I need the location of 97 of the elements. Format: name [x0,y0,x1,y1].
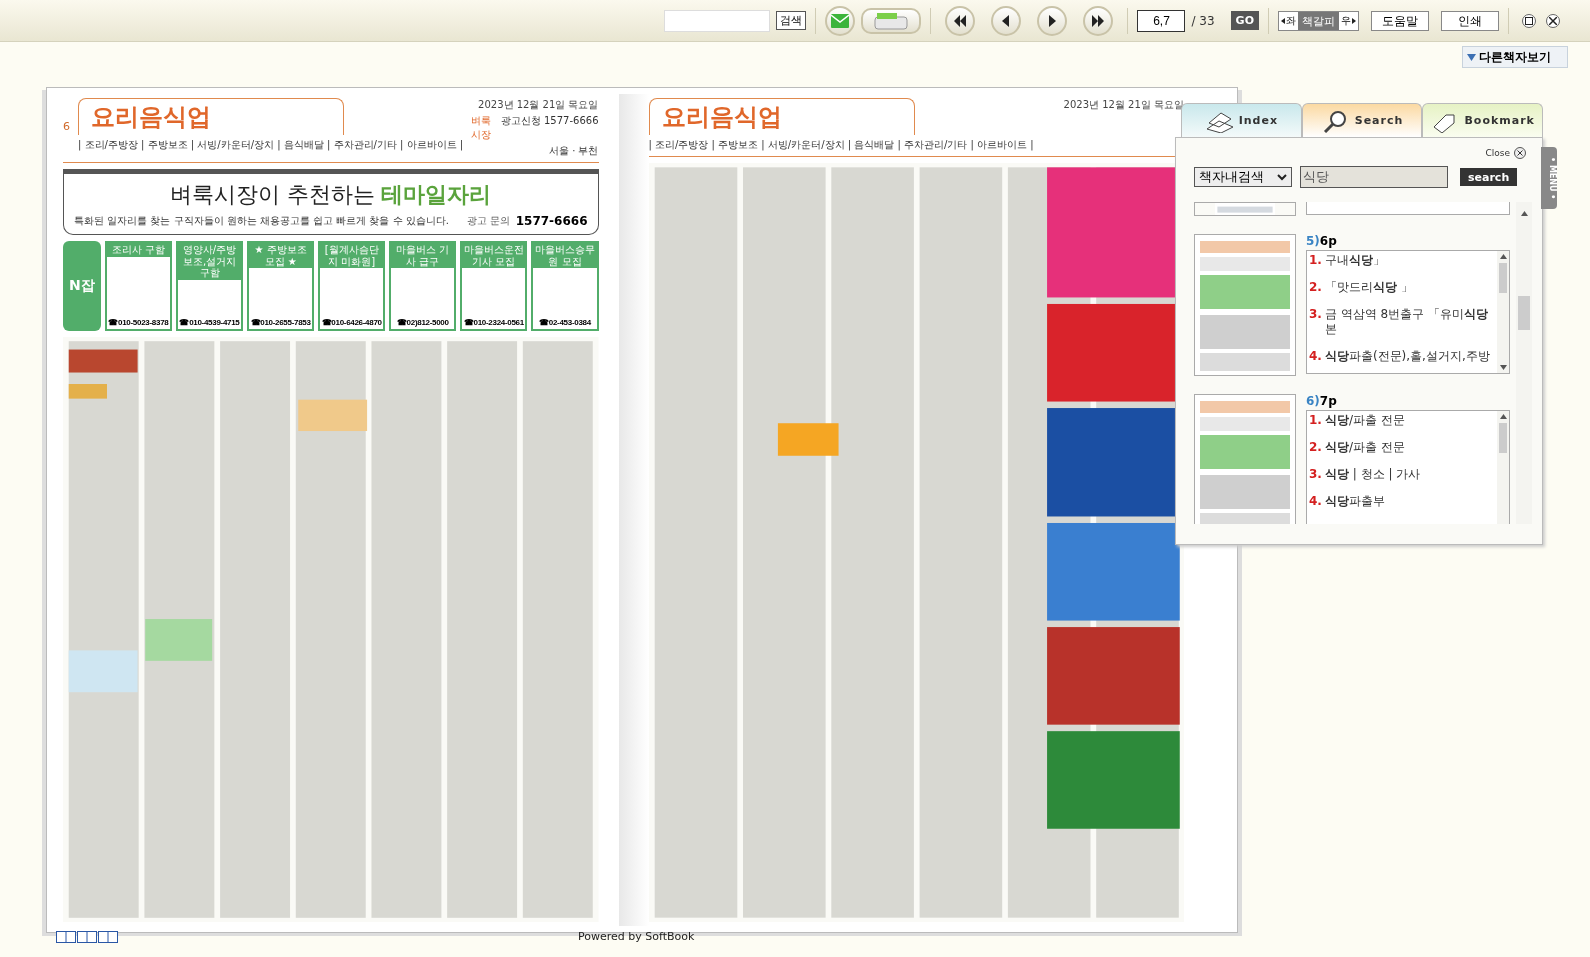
search-field[interactable]: 식당 [1300,166,1448,188]
result-number: 1. [1309,253,1322,268]
contact-label: 광고 문의 [466,214,510,228]
result-page: 6p [1319,234,1337,248]
result-number: 4. [1309,494,1322,509]
banner-highlight: 테마일자리 [381,181,492,209]
category-list: | 조리/주방장 | 주방보조 | 서빙/카운터/장치 | 음식배달 | 주차관리/기타 | 아르바이트 | [78,138,464,152]
scrollbar[interactable] [1497,251,1509,373]
page-number: 6 [63,120,70,133]
result-number: 3. [1309,307,1322,323]
view-mode-icon[interactable] [98,930,118,943]
ad-phone: 광고신청 1577-6666 [500,114,599,128]
ad-phone: ☎010-4539-4715 [178,318,241,329]
next-page-button[interactable] [1037,5,1068,36]
scroll-thumb[interactable] [1499,263,1507,293]
help-button[interactable]: 도움말 [1371,10,1429,31]
result-number: 1. [1309,413,1322,428]
ad-phone: ☎010-6426-4870 [320,318,383,329]
ad-title: 영양사/주방보조,설거지 구함 [177,243,242,280]
result-link[interactable]: 식당/파출 전문 [1324,440,1405,455]
result-link[interactable]: 「맛드리식당 」 [1324,280,1413,295]
caret-icon [1277,173,1287,181]
result-index: 6) [1306,394,1320,408]
email-button[interactable] [825,5,856,36]
scroll-thumb[interactable] [1518,296,1530,330]
view-mode-icon[interactable] [77,930,97,943]
previous-page-button[interactable] [991,5,1022,36]
result-link[interactable]: 식당파출(전문),홀,설거지,주방 [1324,349,1490,364]
ad-title: 마을버스승무원 모집 [533,243,597,268]
result-number: 4. [1309,349,1322,364]
left-arrow-icon [953,14,968,27]
search-button[interactable]: 검색 [776,11,807,30]
scrollbar[interactable] [1516,202,1532,524]
result-number: 2. [1309,440,1322,455]
ad-phone: ☎02-453-0384 [538,318,592,329]
section-title: 요리음식업 [648,98,915,135]
ad-phone: ☎010-2324-0561 [462,318,525,329]
result-link[interactable]: 구내식당」 [1324,253,1385,268]
page-total: / 33 [1191,13,1215,28]
ad-title: 마을버스운전기사 모집 [462,243,526,268]
result-link[interactable]: 식당파출부 [1324,494,1385,509]
page-input[interactable]: 6,7 [1137,9,1186,32]
right-arrow-icon [1091,14,1106,27]
result-link[interactable]: 식당/파출 전문 [1324,413,1405,428]
ad-phone: ☎010-5023-8378 [107,318,170,329]
result-link[interactable]: 식당 | 청소 | 가사 [1324,467,1421,482]
view-mode-icon[interactable] [56,930,76,943]
caret-icon [1467,54,1476,61]
print-button[interactable]: 인쇄 [1441,10,1499,31]
last-page-button[interactable] [1083,5,1114,36]
panel-tab[interactable]: Search [1301,103,1423,137]
first-page-button[interactable] [945,5,976,36]
ad-title: ★ 주방보조모집 ★ [249,243,313,268]
close-icon [1549,16,1557,25]
panel-tab[interactable]: Bookmark [1422,103,1543,137]
ad-phone: ☎02)812-5000 [395,318,450,329]
issue-date: 2023년 12월 21일 목요일 [1063,98,1184,112]
powered-by-label: Powered by SoftBook [578,930,695,943]
other-books-button[interactable]: 다른책자보기 [1462,46,1568,68]
right-arrow-icon [1352,17,1356,24]
scope-dropdown[interactable]: 책자내검색 [1194,167,1292,187]
search-field[interactable] [664,9,771,32]
left-arrow-icon [1281,17,1285,24]
ad-phone: ☎010-2655-7853 [249,318,312,329]
maximize-button[interactable] [1522,13,1536,28]
region-label: 서울 · 부천 [548,144,599,158]
scroll-up-icon[interactable] [1520,211,1528,216]
section-title: 요리음식업 [78,98,344,135]
search-button[interactable]: search [1460,168,1518,186]
category-list: | 조리/주방장 | 주방보조 | 서빙/카운터/장치 | 음식배달 | 주차관리/기타 | 아르바이트 | [648,138,1056,152]
scroll-up-icon[interactable] [1499,414,1507,419]
publisher-name: 벼룩시장 [471,114,493,142]
issue-date: 2023년 12월 21일 목요일 [478,98,599,112]
ad-title: [월계사슴단지 미화원] [320,243,384,268]
maximize-icon [1525,16,1533,25]
scroll-up-icon[interactable] [1499,254,1507,259]
banner-subtitle: 특화된 일자리를 찾는 구직자들이 원하는 채용공고를 쉽고 빠르게 찾을 수 있습니다. [74,214,450,228]
contact-phone: 1577-6666 [515,214,588,228]
close-button[interactable] [1546,13,1560,28]
njob-label: N잡 [69,277,95,295]
banner-title: 벼룩시장이 추천하는 [170,181,376,209]
scroll-down-icon[interactable] [1499,365,1507,370]
result-index: 5) [1306,234,1320,248]
bookmark-label: 책갈피 [1298,11,1339,30]
result-link[interactable]: 금 역삼역 8번출구 「유미식당 본 [1324,307,1495,337]
go-button[interactable]: GO [1230,11,1259,30]
result-number: 2. [1309,280,1322,295]
ad-title: 마을버스 기사 급구 [391,243,455,268]
close-button[interactable]: Close [1479,146,1532,160]
scrollbar[interactable] [1497,411,1509,524]
result-page: 7p [1319,394,1337,408]
result-number: 3. [1309,467,1322,482]
close-icon [1514,147,1526,159]
menu-tab[interactable]: • MENU • [1541,147,1557,209]
ad-title: 조리사 구함 [106,243,170,257]
scroll-thumb[interactable] [1499,423,1507,453]
envelope-icon [831,13,850,28]
